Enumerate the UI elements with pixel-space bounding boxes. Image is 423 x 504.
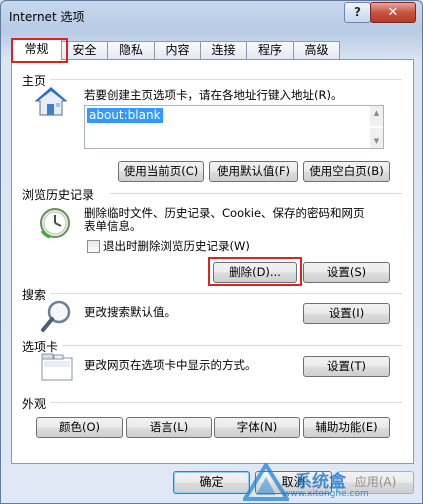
browsing-history-heading: 浏览历史记录 <box>22 188 95 202</box>
history-description-line1: 删除临时文件、历史记录、Cookie、保存的密码和网页 <box>84 206 365 220</box>
homepage-description: 若要创建主页选项卡，请在各地址行键入地址(R)。 <box>84 88 343 102</box>
search-settings-button[interactable]: 设置(I) <box>303 303 390 324</box>
tab-general[interactable]: 常规 <box>11 38 68 63</box>
tabbed-window-icon <box>41 353 73 381</box>
group-divider <box>50 79 402 80</box>
internet-options-window: Internet 选项 ? ✕ 常规 安全 隐私 内容 连接 程序 高级 主页 … <box>0 0 423 504</box>
delete-history-button[interactable]: 删除(D)... <box>213 262 297 283</box>
tabs-settings-button[interactable]: 设置(T) <box>303 356 390 377</box>
magnifier-icon <box>41 300 71 332</box>
tab-programs[interactable]: 程序 <box>246 41 294 59</box>
history-settings-button[interactable]: 设置(S) <box>303 262 390 283</box>
languages-button[interactable]: 语言(L) <box>126 417 212 438</box>
watermark-logo: 系统盒 www.xitonghe.com <box>239 461 422 503</box>
tab-connections[interactable]: 连接 <box>200 41 247 59</box>
watermark-url: www.xitonghe.com <box>283 489 369 499</box>
delete-on-exit-label[interactable]: 退出时删除浏览历史记录(W) <box>103 239 250 253</box>
close-button[interactable]: ✕ <box>370 2 416 23</box>
scroll-down-arrow-icon[interactable]: ▼ <box>370 128 383 148</box>
window-title: Internet 选项 <box>9 10 85 24</box>
use-default-button[interactable]: 使用默认值(F) <box>209 161 298 182</box>
tab-advanced[interactable]: 高级 <box>293 41 340 59</box>
group-divider <box>110 193 402 194</box>
accessibility-button[interactable]: 辅助功能(E) <box>303 417 390 438</box>
use-blank-page-button[interactable]: 使用空白页(B) <box>303 161 390 182</box>
history-description-line2: 表单信息。 <box>84 219 142 233</box>
general-tab-panel: 主页 若要创建主页选项卡，请在各地址行键入地址(R)。 about:blank … <box>11 59 414 464</box>
colors-button[interactable]: 颜色(O) <box>36 417 123 438</box>
group-divider <box>62 345 402 346</box>
fonts-button[interactable]: 字体(N) <box>214 417 300 438</box>
tab-content[interactable]: 内容 <box>154 41 201 59</box>
title-bar[interactable]: Internet 选项 ? ✕ <box>1 1 422 31</box>
delete-on-exit-checkbox[interactable] <box>87 240 100 253</box>
appearance-heading: 外观 <box>22 397 47 411</box>
scroll-up-arrow-icon[interactable]: ▲ <box>370 106 383 126</box>
tab-security[interactable]: 安全 <box>61 41 108 59</box>
homepage-address-box[interactable]: about:blank ▲ ▼ <box>84 105 384 149</box>
group-divider <box>50 293 402 294</box>
group-divider <box>50 402 402 403</box>
history-clock-icon <box>40 208 70 239</box>
tabs-description: 更改网页在选项卡中显示的方式。 <box>84 358 257 372</box>
help-button[interactable]: ? <box>344 2 371 23</box>
house-icon <box>34 87 68 116</box>
tab-label: 常规 <box>24 42 49 56</box>
use-current-page-button[interactable]: 使用当前页(C) <box>118 161 204 182</box>
tab-privacy[interactable]: 隐私 <box>107 41 155 59</box>
homepage-address-value[interactable]: about:blank <box>87 108 163 123</box>
search-description: 更改搜索默认值。 <box>84 305 176 319</box>
